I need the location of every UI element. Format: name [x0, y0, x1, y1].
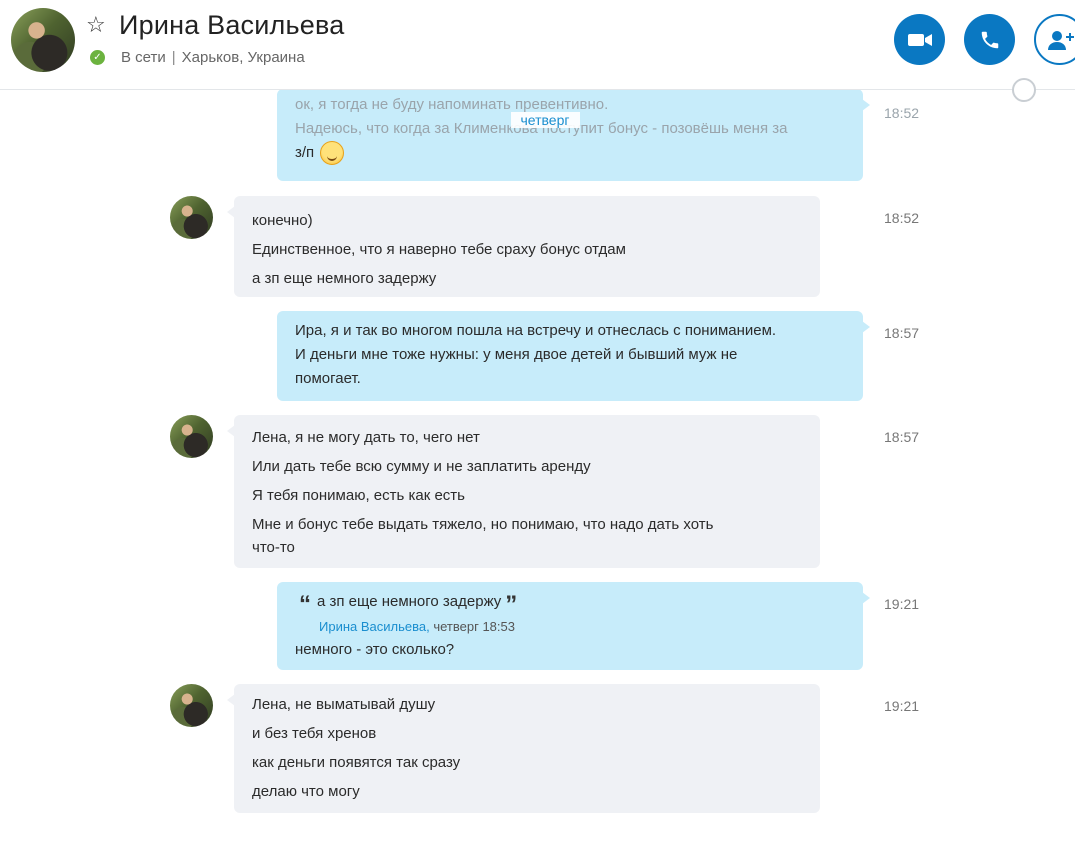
message-line: Лена, я не могу дать то, чего нет [252, 429, 480, 446]
incoming-message[interactable]: Лена, я не могу дать то, чего нет Или да… [227, 415, 820, 568]
contact-avatar[interactable] [11, 8, 75, 72]
sender-avatar[interactable] [170, 684, 213, 727]
status-text: В сети [121, 49, 166, 66]
video-call-button[interactable] [894, 14, 945, 65]
sender-avatar[interactable] [170, 196, 213, 239]
sender-avatar[interactable] [170, 415, 213, 458]
day-separator: четверг [0, 112, 1075, 128]
message-time: 18:52 [884, 210, 920, 226]
outgoing-message[interactable]: Ира, я и так во многом пошла на встречу … [277, 311, 870, 401]
quoted-text: а зп еще немного задержу [317, 593, 502, 610]
quote-author[interactable]: Ирина Васильева, [319, 619, 430, 634]
message-line: з/п [295, 141, 845, 166]
add-participant-button[interactable] [1034, 14, 1075, 65]
outgoing-message[interactable]: “ а зп еще немного задержу” Ирина Василье… [277, 582, 870, 670]
message-line: Или дать тебе всю сумму и не заплатить а… [252, 458, 591, 475]
close-quote-icon: ” [505, 591, 518, 618]
message-time: 18:57 [884, 429, 920, 445]
online-status-icon: ✓ [90, 50, 105, 65]
incoming-message[interactable]: конечно) Единственное, что я наверно теб… [227, 196, 820, 297]
outgoing-message[interactable]: ок, я тогда не буду напоминать превентив… [277, 90, 870, 181]
location-text: Харьков, Украина [181, 49, 305, 66]
message-line: немного - это сколько? [295, 641, 455, 658]
phone-icon [981, 31, 998, 48]
message-line: Я тебя понимаю, есть как есть [252, 487, 465, 504]
message-time: 18:57 [884, 325, 920, 341]
message-line: Ира, я и так во многом пошла на встречу … [295, 322, 777, 339]
audio-call-button[interactable] [964, 14, 1015, 65]
message-line: что-то [252, 539, 295, 556]
contact-status-line: В сети | Харьков, Украина [121, 49, 305, 66]
quoted-message: “ а зп еще немного задержу” [295, 591, 845, 618]
message-time: 19:21 [884, 596, 920, 612]
message-line: Единственное, что я наверно тебе сраху б… [252, 241, 626, 258]
add-person-icon [1047, 30, 1074, 50]
chat-history[interactable]: четверг ок, я тогда не буду напоминать п… [0, 90, 1075, 855]
conversation-header: ☆ Ирина Васильева ✓ В сети | Харьков, Укра… [0, 0, 1075, 90]
status-separator: | [171, 49, 176, 66]
quote-meta: Ирина Васильева, четверг 18:53 [319, 616, 845, 638]
message-line: конечно) [252, 212, 313, 229]
video-camera-icon [907, 33, 932, 46]
favorite-star-icon[interactable]: ☆ [86, 14, 106, 36]
message-time: 19:21 [884, 698, 920, 714]
participants-icon[interactable] [1012, 78, 1036, 102]
message-line: а зп еще немного задержу [252, 270, 437, 287]
message-line: помогает. [295, 370, 361, 387]
smile-emoji-icon [320, 141, 345, 166]
message-line: Лена, не выматывай душу [252, 696, 436, 713]
message-line: Мне и бонус тебе выдать тяжело, но поним… [252, 516, 714, 533]
message-line: и без тебя хренов [252, 725, 377, 742]
contact-name[interactable]: Ирина Васильева [119, 10, 344, 41]
message-line: как деньги появятся так сразу [252, 754, 461, 771]
incoming-message[interactable]: Лена, не выматывай душу и без тебя хрено… [227, 684, 820, 813]
open-quote-icon: “ [299, 591, 311, 618]
quote-time: четверг 18:53 [433, 619, 515, 634]
message-line: делаю что могу [252, 783, 360, 800]
message-line: И деньги мне тоже нужны: у меня двое дет… [295, 346, 738, 363]
